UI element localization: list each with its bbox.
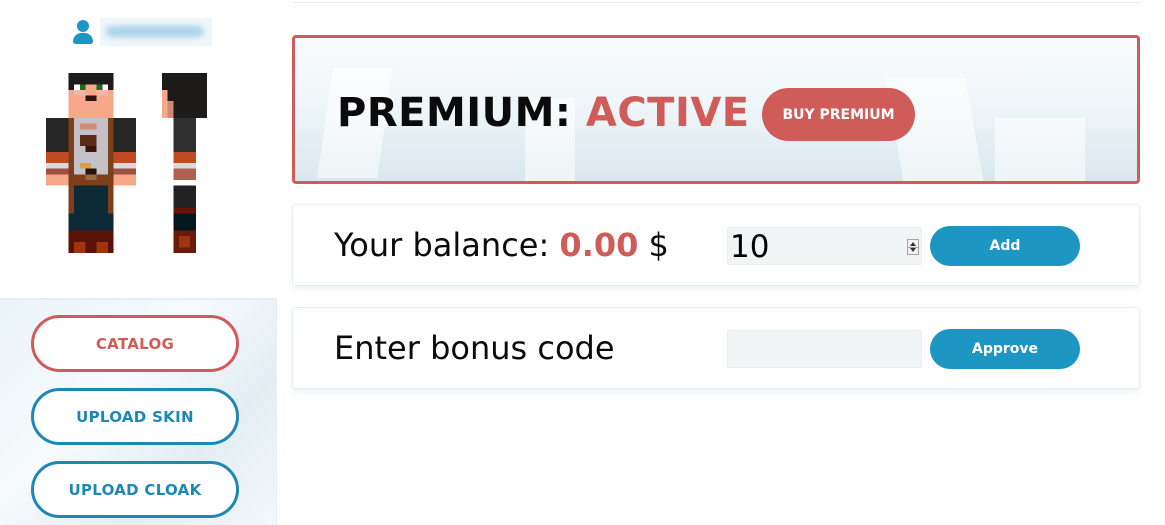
background-decoration	[995, 118, 1085, 181]
username: username (blurred)	[100, 18, 212, 46]
balance-currency: $	[648, 226, 669, 264]
spinner-down-icon[interactable]	[910, 248, 916, 252]
premium-label: PREMIUM:	[337, 90, 572, 136]
top-divider	[293, 2, 1140, 3]
balance-card: Your balance: 0.00 $ 10 Add	[292, 204, 1140, 286]
bonus-label: Enter bonus code	[334, 329, 615, 367]
balance-heading: Your balance: 0.00 $	[334, 226, 669, 264]
sidebar-nav: CATALOG UPLOAD SKIN UPLOAD CLOAK	[0, 298, 277, 525]
user-icon	[72, 19, 94, 45]
profile-panel: username (blurred)	[0, 0, 277, 298]
spinner-up-icon[interactable]	[910, 242, 916, 246]
skin-preview-front	[46, 73, 136, 253]
upload-cloak-button[interactable]: UPLOAD CLOAK	[31, 461, 239, 518]
number-spinner[interactable]	[907, 239, 919, 255]
username-row: username (blurred)	[72, 18, 212, 46]
bonus-card: Enter bonus code Approve	[292, 307, 1140, 389]
skin-preview-side	[162, 73, 207, 253]
balance-value: 0.00	[559, 226, 639, 264]
sidebar: username (blurred)	[0, 0, 277, 525]
balance-label: Your balance:	[334, 226, 550, 264]
add-funds-button[interactable]: Add	[930, 226, 1080, 266]
buy-premium-button[interactable]: BUY PREMIUM	[762, 88, 915, 141]
upload-skin-button[interactable]: UPLOAD SKIN	[31, 388, 239, 445]
catalog-button[interactable]: CATALOG	[31, 315, 239, 372]
premium-heading: PREMIUM: ACTIVE	[337, 90, 750, 136]
premium-status: ACTIVE	[585, 90, 750, 136]
amount-input-value[interactable]: 10	[730, 228, 769, 266]
premium-panel: PREMIUM: ACTIVE BUY PREMIUM	[292, 35, 1140, 184]
approve-button[interactable]: Approve	[930, 329, 1080, 369]
bonus-code-input[interactable]	[727, 330, 922, 368]
amount-input[interactable]: 10	[727, 227, 922, 265]
